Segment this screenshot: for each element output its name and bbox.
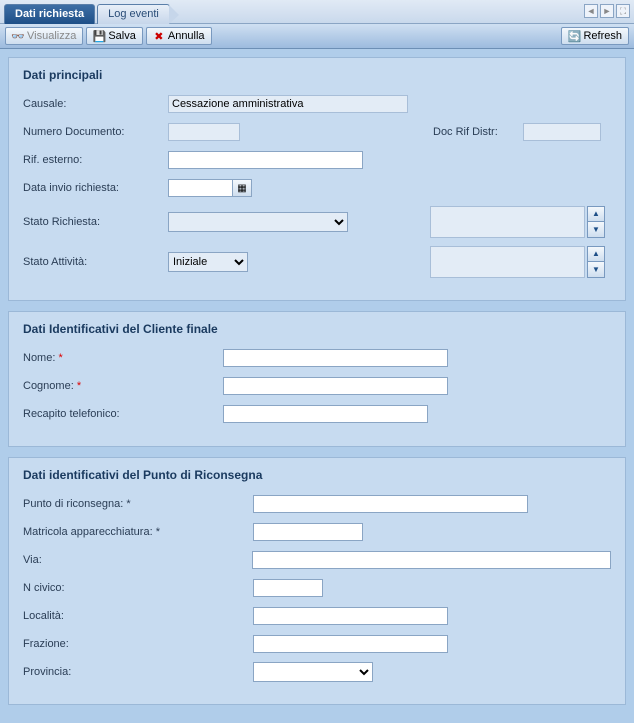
nome-input[interactable] — [223, 349, 448, 367]
scroll-left-icon[interactable]: ◄ — [584, 4, 598, 18]
stepper-down-1[interactable]: ▼ — [587, 222, 605, 238]
stato-attivita-select[interactable]: Iniziale — [168, 252, 248, 272]
stato-attivita-label: Stato Attività: — [23, 256, 168, 268]
doc-rif-distr-label: Doc Rif Distr: — [433, 126, 523, 138]
stepper-up-1[interactable]: ▲ — [587, 206, 605, 222]
aux-field-2[interactable] — [430, 246, 585, 278]
matricola-label: Matricola apparecchiatura: * — [23, 526, 253, 538]
nome-label: Nome: * — [23, 352, 168, 364]
data-invio-input[interactable] — [168, 179, 232, 197]
rif-esterno-input[interactable] — [168, 151, 363, 169]
section-title: Dati identificativi del Punto di Riconse… — [23, 468, 611, 482]
via-label: Via: — [23, 554, 252, 566]
section-dati-principali: Dati principali Causale: Numero Document… — [8, 57, 626, 301]
punto-riconsegna-label: Punto di riconsegna: * — [23, 498, 253, 510]
visualizza-label: Visualizza — [27, 30, 76, 42]
maximize-icon[interactable]: ⛶ — [616, 4, 630, 18]
data-invio-label: Data invio richiesta: — [23, 182, 168, 194]
section-cliente-finale: Dati Identificativi del Cliente finale N… — [8, 311, 626, 447]
refresh-button[interactable]: 🔄 Refresh — [561, 27, 629, 45]
cognome-input[interactable] — [223, 377, 448, 395]
recapito-input[interactable] — [223, 405, 428, 423]
via-input[interactable] — [252, 551, 611, 569]
doc-rif-distr-field — [523, 123, 601, 141]
frazione-label: Frazione: — [23, 638, 253, 650]
refresh-icon: 🔄 — [568, 30, 580, 42]
provincia-select[interactable] — [253, 662, 373, 682]
ncivico-label: N civico: — [23, 582, 253, 594]
stepper-down-2[interactable]: ▼ — [587, 262, 605, 278]
localita-input[interactable] — [253, 607, 448, 625]
cancel-icon: ✖ — [153, 30, 165, 42]
causale-label: Causale: — [23, 98, 168, 110]
stato-richiesta-label: Stato Richiesta: — [23, 216, 168, 228]
salva-button[interactable]: 💾 Salva — [86, 27, 143, 45]
tab-bar: Dati richiesta Log eventi ◄ ► ⛶ — [0, 0, 634, 24]
frazione-input[interactable] — [253, 635, 448, 653]
causale-field — [168, 95, 408, 113]
calendar-icon[interactable]: ▦ — [232, 179, 252, 197]
tab-log-eventi[interactable]: Log eventi — [97, 4, 170, 24]
provincia-label: Provincia: — [23, 666, 253, 678]
cognome-label: Cognome: * — [23, 380, 168, 392]
annulla-button[interactable]: ✖ Annulla — [146, 27, 212, 45]
save-icon: 💾 — [93, 30, 105, 42]
visualizza-button[interactable]: 👓 Visualizza — [5, 27, 83, 45]
ncivico-input[interactable] — [253, 579, 323, 597]
numero-documento-field — [168, 123, 240, 141]
stepper-up-2[interactable]: ▲ — [587, 246, 605, 262]
glasses-icon: 👓 — [12, 30, 24, 42]
scroll-right-icon[interactable]: ► — [600, 4, 614, 18]
matricola-input[interactable] — [253, 523, 363, 541]
tab-dati-richiesta[interactable]: Dati richiesta — [4, 4, 95, 24]
rif-esterno-label: Rif. esterno: — [23, 154, 168, 166]
recapito-label: Recapito telefonico: — [23, 408, 168, 420]
section-title: Dati principali — [23, 68, 611, 82]
salva-label: Salva — [108, 30, 136, 42]
stato-richiesta-select[interactable] — [168, 212, 348, 232]
localita-label: Località: — [23, 610, 253, 622]
section-punto-riconsegna: Dati identificativi del Punto di Riconse… — [8, 457, 626, 705]
content-area: Dati principali Causale: Numero Document… — [0, 49, 634, 723]
toolbar: 👓 Visualizza 💾 Salva ✖ Annulla 🔄 Refresh — [0, 24, 634, 49]
annulla-label: Annulla — [168, 30, 205, 42]
punto-riconsegna-input[interactable] — [253, 495, 528, 513]
aux-field-1[interactable] — [430, 206, 585, 238]
section-title: Dati Identificativi del Cliente finale — [23, 322, 611, 336]
numero-documento-label: Numero Documento: — [23, 126, 168, 138]
refresh-label: Refresh — [583, 30, 622, 42]
